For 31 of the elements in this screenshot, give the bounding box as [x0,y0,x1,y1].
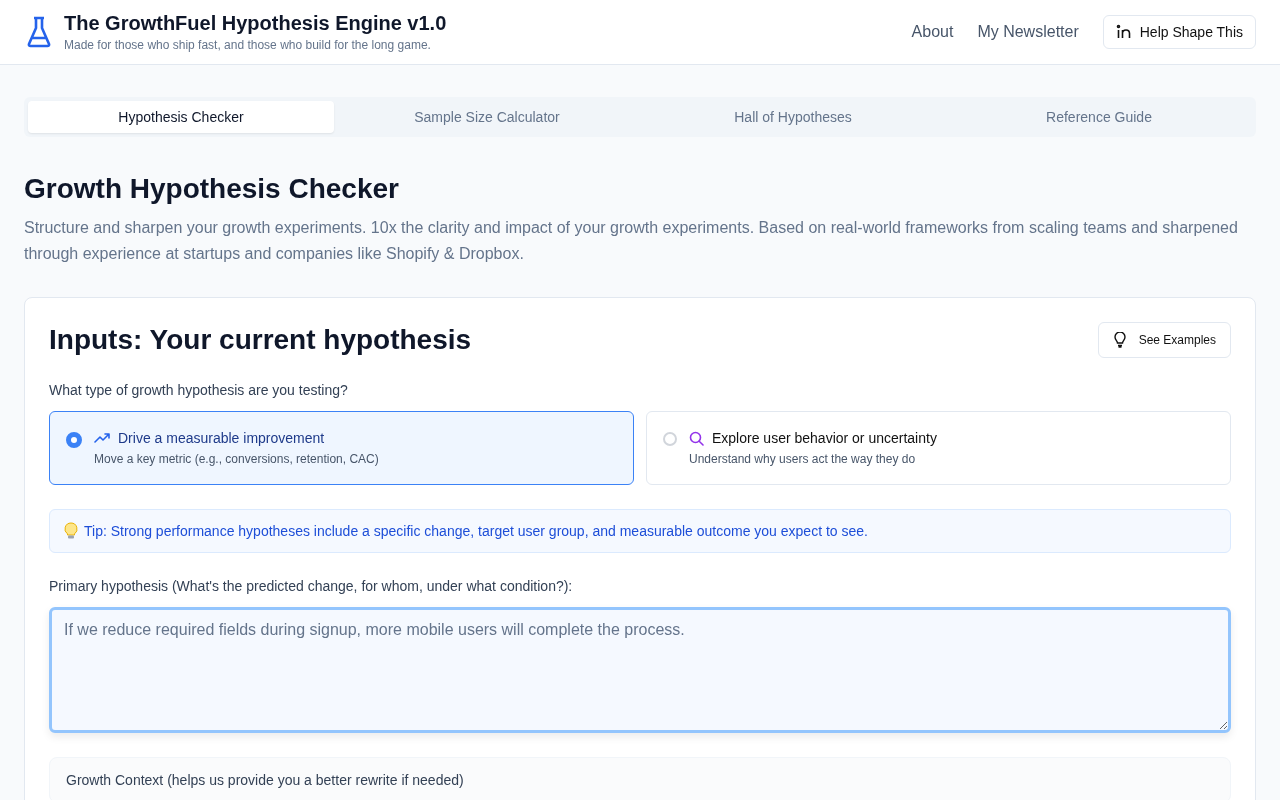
lightbulb-icon [1112,332,1127,348]
option-description: Understand why users act the way they do [689,452,917,466]
hypothesis-input[interactable]: If we reduce required fields during signup, more mobile users will complete the process. [49,607,1231,733]
app-title: The GrowthFuel Hypothesis Engine v1.0 [64,12,447,35]
flask-icon [26,16,52,48]
nav-link[interactable]: My Newsletter [977,23,1079,41]
option-title: Explore user behavior or uncertainty [712,430,937,446]
tab[interactable]: Sample Size Calculator [334,101,640,133]
radio-button[interactable] [66,432,82,448]
tab[interactable]: Reference Guide [946,101,1252,133]
help-shape-button[interactable]: Help Shape This [1102,15,1256,49]
trend-up-icon [94,432,110,444]
hypothesis-label: Primary hypothesis (What's the predicted change, for whom, under what condition?): [49,578,574,594]
see-examples-button[interactable]: See Examples [1097,322,1231,358]
context-title: Growth Context (helps us provide you a better rewrite if needed) [66,772,465,788]
linkedin-icon [1115,24,1132,40]
option-description: Move a key metric (e.g., conversions, retention, CAC) [94,452,379,466]
card-title: Inputs: Your current hypothesis [49,324,472,356]
app-tagline: Made for those who ship fast, and those who build for the long game. [64,38,432,52]
question-label: What type of growth hypothesis are you testing? [49,382,349,398]
tab[interactable]: Hall of Hypotheses [640,101,946,133]
search-icon [689,430,704,446]
page-title: Growth Hypothesis Checker [24,173,400,205]
hypothesis-type-option[interactable]: Drive a measurable improvement Move a key metric (e.g., conversions, retention, CAC) [49,411,634,485]
hypothesis-type-option[interactable]: Explore user behavior or uncertainty Understand why users act the way they do [646,411,1231,485]
lightbulb-icon [64,522,78,540]
tip-text: Tip: Strong performance hypotheses include a specific change, target user group, and measurable outcome you expect to see. [84,523,868,539]
nav-link[interactable]: About [911,23,954,41]
tab[interactable]: Hypothesis Checker [28,101,334,133]
option-title: Drive a measurable improvement [118,430,325,446]
page-description: Structure and sharpen your growth experiments. 10x the clarity and impact of your growth experiments. Based on real-world frameworks from scaling teams and sharpened through experience at startups and companies like Shopify & Dropbox. [24,218,1239,264]
